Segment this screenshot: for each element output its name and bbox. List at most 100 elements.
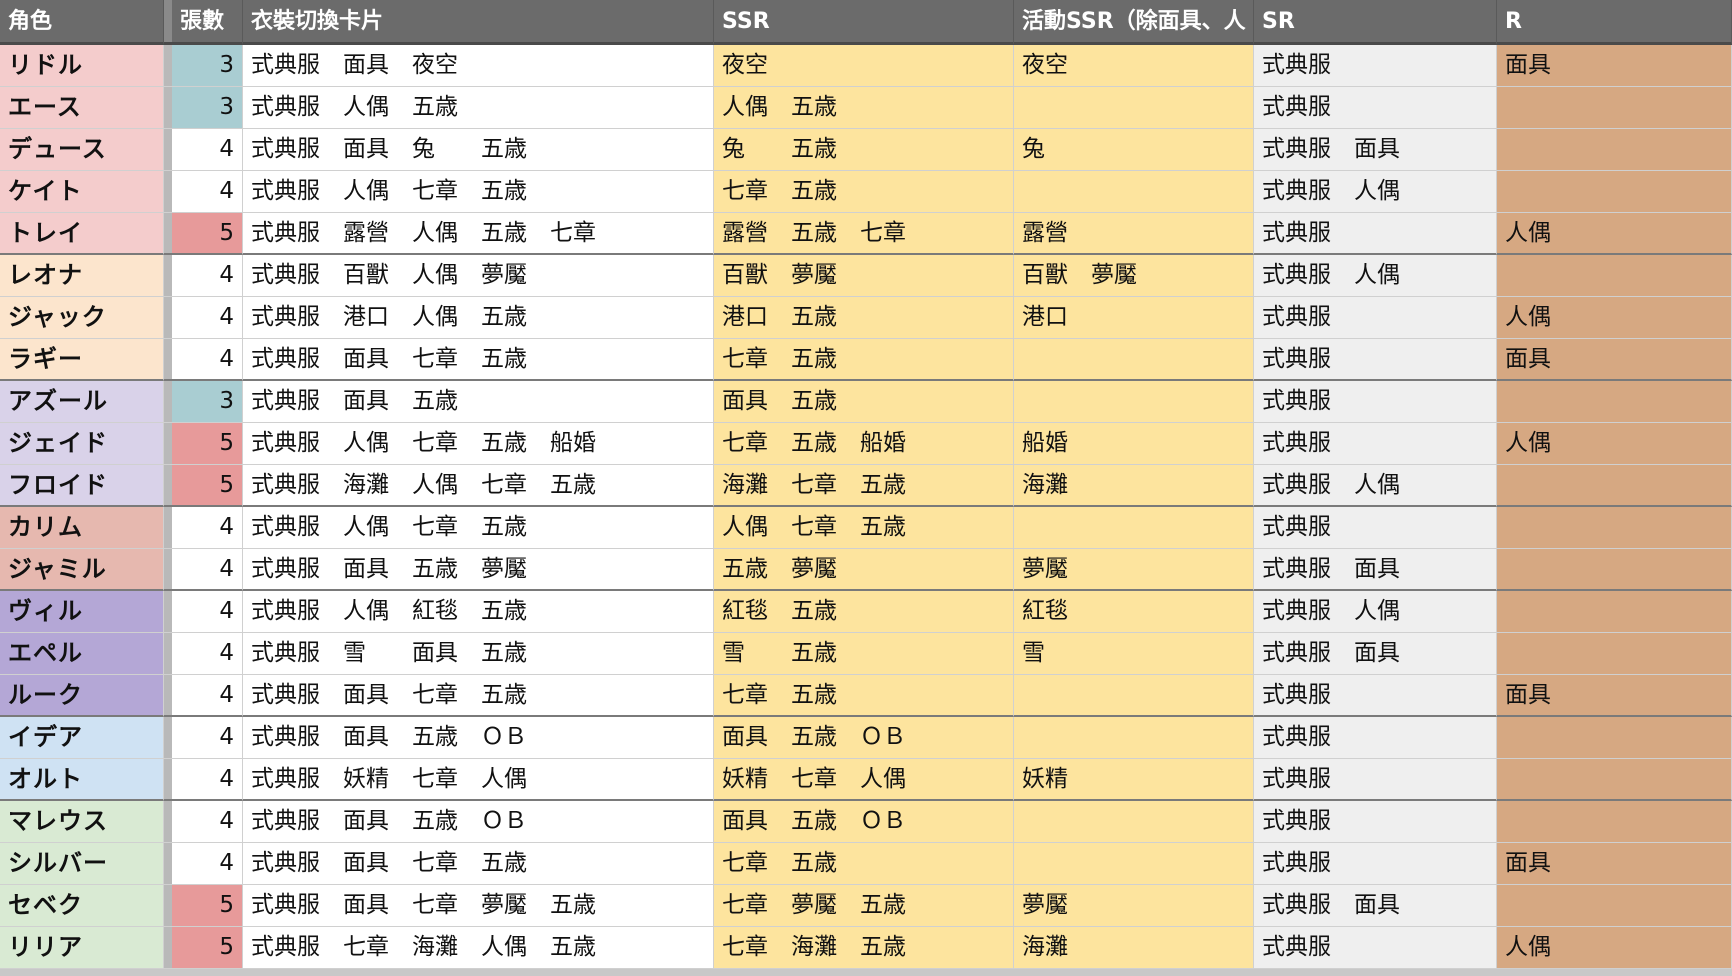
cell-card-count[interactable]: 4 (172, 297, 243, 339)
cell-sr[interactable]: 式典服 (1254, 507, 1497, 549)
cell-card-count[interactable]: 3 (172, 87, 243, 129)
cell-sr[interactable]: 式典服 (1254, 87, 1497, 129)
cell-event-ssr[interactable]: 紅毯 (1014, 591, 1254, 633)
header-sr[interactable]: SR (1254, 0, 1497, 45)
cell-ssr[interactable]: 七章 五歳 (714, 675, 1014, 717)
cell-r[interactable]: 面具 (1497, 843, 1732, 885)
cell-character[interactable]: ヴィル (0, 591, 164, 633)
cell-r[interactable] (1497, 129, 1732, 171)
cell-ssr[interactable]: 七章 夢魘 五歳 (714, 885, 1014, 927)
cell-event-ssr[interactable] (1014, 843, 1254, 885)
cell-character[interactable]: イデア (0, 717, 164, 759)
cell-ssr[interactable]: 七章 五歳 (714, 339, 1014, 381)
cell-r[interactable]: 人偶 (1497, 423, 1732, 465)
cell-card-count[interactable]: 4 (172, 507, 243, 549)
cell-event-ssr[interactable] (1014, 171, 1254, 213)
cell-event-ssr[interactable] (1014, 339, 1254, 381)
cell-event-ssr[interactable] (1014, 801, 1254, 843)
cell-sr[interactable]: 式典服 (1254, 381, 1497, 423)
cell-event-ssr[interactable] (1014, 381, 1254, 423)
cell-sr[interactable]: 式典服 (1254, 927, 1497, 969)
cell-r[interactable] (1497, 633, 1732, 675)
cell-all-cards[interactable]: 式典服 面具 七章 夢魘 五歳 (243, 885, 714, 927)
cell-ssr[interactable]: 兔 五歳 (714, 129, 1014, 171)
cell-character[interactable]: ジェイド (0, 423, 164, 465)
header-r[interactable]: R (1497, 0, 1732, 45)
cell-all-cards[interactable]: 式典服 人偶 七章 五歳 (243, 507, 714, 549)
cell-r[interactable] (1497, 591, 1732, 633)
cell-all-cards[interactable]: 式典服 面具 五歳 ＯＢ (243, 717, 714, 759)
cell-event-ssr[interactable]: 海灘 (1014, 465, 1254, 507)
cell-card-count[interactable]: 3 (172, 381, 243, 423)
cell-character[interactable]: ジャック (0, 297, 164, 339)
cell-r[interactable] (1497, 759, 1732, 801)
cell-r[interactable] (1497, 255, 1732, 297)
cell-r[interactable] (1497, 507, 1732, 549)
cell-r[interactable]: 人偶 (1497, 213, 1732, 255)
cell-ssr[interactable]: 五歳 夢魘 (714, 549, 1014, 591)
cell-all-cards[interactable]: 式典服 面具 七章 五歳 (243, 675, 714, 717)
cell-ssr[interactable]: 人偶 五歳 (714, 87, 1014, 129)
cell-card-count[interactable]: 4 (172, 759, 243, 801)
cell-card-count[interactable]: 4 (172, 339, 243, 381)
cell-sr[interactable]: 式典服 面具 (1254, 549, 1497, 591)
cell-all-cards[interactable]: 式典服 雪 面具 五歳 (243, 633, 714, 675)
cell-sr[interactable]: 式典服 (1254, 843, 1497, 885)
cell-ssr[interactable]: 露營 五歳 七章 (714, 213, 1014, 255)
cell-card-count[interactable]: 4 (172, 675, 243, 717)
cell-all-cards[interactable]: 式典服 面具 兔 五歳 (243, 129, 714, 171)
cell-all-cards[interactable]: 式典服 面具 五歳 ＯＢ (243, 801, 714, 843)
cell-character[interactable]: レオナ (0, 255, 164, 297)
cell-r[interactable] (1497, 465, 1732, 507)
header-event-ssr[interactable]: 活動SSR（除面具、人 (1014, 0, 1254, 45)
cell-character[interactable]: マレウス (0, 801, 164, 843)
cell-event-ssr[interactable]: 雪 (1014, 633, 1254, 675)
cell-sr[interactable]: 式典服 (1254, 423, 1497, 465)
cell-ssr[interactable]: 百獸 夢魘 (714, 255, 1014, 297)
cell-card-count[interactable]: 3 (172, 45, 243, 87)
cell-ssr[interactable]: 人偶 七章 五歳 (714, 507, 1014, 549)
cell-sr[interactable]: 式典服 (1254, 759, 1497, 801)
cell-ssr[interactable]: 雪 五歳 (714, 633, 1014, 675)
cell-event-ssr[interactable]: 夢魘 (1014, 549, 1254, 591)
cell-sr[interactable]: 式典服 人偶 (1254, 591, 1497, 633)
cell-r[interactable] (1497, 885, 1732, 927)
cell-card-count[interactable]: 4 (172, 801, 243, 843)
cell-ssr[interactable]: 夜空 (714, 45, 1014, 87)
cell-ssr[interactable]: 七章 海灘 五歳 (714, 927, 1014, 969)
cell-r[interactable]: 面具 (1497, 339, 1732, 381)
cell-card-count[interactable]: 5 (172, 423, 243, 465)
cell-event-ssr[interactable]: 百獸 夢魘 (1014, 255, 1254, 297)
cell-card-count[interactable]: 4 (172, 843, 243, 885)
cell-r[interactable] (1497, 717, 1732, 759)
cell-r[interactable] (1497, 549, 1732, 591)
cell-ssr[interactable]: 七章 五歳 船婚 (714, 423, 1014, 465)
cell-all-cards[interactable]: 式典服 人偶 七章 五歳 (243, 171, 714, 213)
cell-r[interactable] (1497, 381, 1732, 423)
cell-character[interactable]: ルーク (0, 675, 164, 717)
header-count[interactable]: 張數 (172, 0, 243, 45)
cell-all-cards[interactable]: 式典服 妖精 七章 人偶 (243, 759, 714, 801)
cell-character[interactable]: シルバー (0, 843, 164, 885)
cell-r[interactable]: 人偶 (1497, 927, 1732, 969)
cell-card-count[interactable]: 5 (172, 213, 243, 255)
cell-card-count[interactable]: 4 (172, 717, 243, 759)
cell-ssr[interactable]: 面具 五歳 (714, 381, 1014, 423)
cell-event-ssr[interactable] (1014, 717, 1254, 759)
cell-r[interactable] (1497, 171, 1732, 213)
cell-character[interactable]: エース (0, 87, 164, 129)
cell-ssr[interactable]: 七章 五歳 (714, 843, 1014, 885)
cell-card-count[interactable]: 5 (172, 885, 243, 927)
cell-character[interactable]: アズール (0, 381, 164, 423)
cell-character[interactable]: ジャミル (0, 549, 164, 591)
cell-all-cards[interactable]: 式典服 面具 五歳 (243, 381, 714, 423)
header-all-cards[interactable]: 衣裝切換卡片 (243, 0, 714, 45)
cell-all-cards[interactable]: 式典服 七章 海灘 人偶 五歳 (243, 927, 714, 969)
cell-r[interactable] (1497, 801, 1732, 843)
cell-ssr[interactable]: 海灘 七章 五歳 (714, 465, 1014, 507)
cell-sr[interactable]: 式典服 面具 (1254, 633, 1497, 675)
header-ssr[interactable]: SSR (714, 0, 1014, 45)
cell-sr[interactable]: 式典服 人偶 (1254, 465, 1497, 507)
cell-character[interactable]: トレイ (0, 213, 164, 255)
cell-all-cards[interactable]: 式典服 人偶 七章 五歳 船婚 (243, 423, 714, 465)
